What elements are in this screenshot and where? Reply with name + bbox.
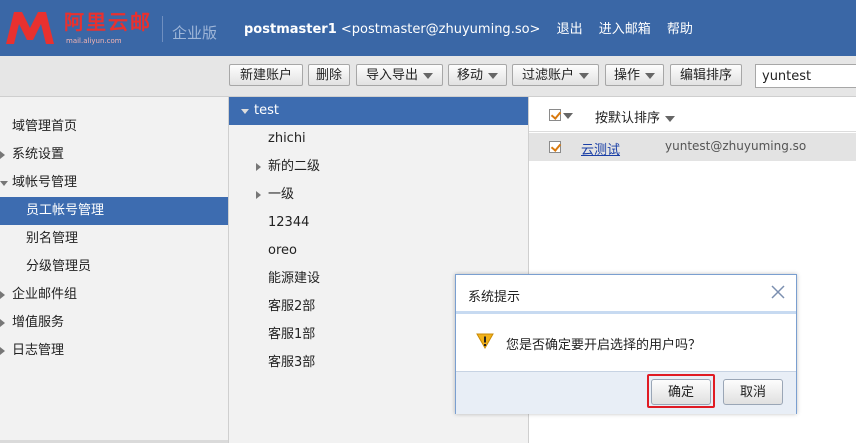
logout-link[interactable]: 退出 xyxy=(557,22,583,37)
user-info: postmaster1 <postmaster@zhuyuming.so> 退出… xyxy=(244,18,693,37)
collapse-arrow-icon xyxy=(241,109,249,114)
sidebar-item-alias[interactable]: 别名管理 xyxy=(0,225,228,253)
filter-accounts-label: 过滤账户 xyxy=(521,68,574,83)
dialog-message: 您是否确定要开启选择的用户吗？ xyxy=(506,338,702,353)
confirm-dialog: 系统提示 您是否确定要开启选择的用户吗？ 确定 取消 xyxy=(455,274,797,414)
sidebar-item-domain-home[interactable]: 域管理首页 xyxy=(0,113,228,141)
edit-sort-button[interactable]: 编辑排序 xyxy=(670,64,742,86)
expand-arrow-icon xyxy=(0,291,5,299)
collapse-arrow-icon xyxy=(0,181,8,186)
chevron-down-icon xyxy=(423,72,433,79)
sidebar-item-label: 企业邮件组 xyxy=(12,287,78,302)
chevron-down-icon xyxy=(579,72,589,79)
account-email: yuntest@zhuyuming.so xyxy=(665,139,807,153)
sort-dropdown[interactable]: 按默认排序 xyxy=(595,107,676,126)
dialog-body: 您是否确定要开启选择的用户吗？ xyxy=(456,315,796,371)
edition-label: 企业版 xyxy=(172,24,218,42)
tree-item-label: test xyxy=(254,103,279,118)
sidebar-item-label: 日志管理 xyxy=(12,343,65,358)
logo-subtext: mail.aliyun.com xyxy=(66,37,122,45)
sidebar-item-system-settings[interactable]: 系统设置 xyxy=(0,141,228,169)
dialog-titlebar: 系统提示 xyxy=(456,275,796,314)
tree-item-label: 一级 xyxy=(268,187,295,202)
new-account-label: 新建账户 xyxy=(239,68,292,83)
list-header: 按默认排序 xyxy=(529,97,856,132)
sidebar-item-label: 分级管理员 xyxy=(26,259,92,274)
sidebar-item-employee-accounts[interactable]: 员工帐号管理 xyxy=(0,197,228,225)
sidebar-item-label: 别名管理 xyxy=(26,231,79,246)
cancel-button[interactable]: 取消 xyxy=(723,379,783,405)
move-button[interactable]: 移动 xyxy=(448,64,507,86)
tree-item[interactable]: 12344 xyxy=(229,209,528,237)
help-link[interactable]: 帮助 xyxy=(667,22,693,37)
search-input[interactable] xyxy=(755,64,856,88)
sidebar-item-domain-accounts[interactable]: 域帐号管理 xyxy=(0,169,228,197)
account-name-link[interactable]: 云测试 xyxy=(581,139,620,158)
tree-item-root[interactable]: test xyxy=(229,97,528,125)
user-email: <postmaster@zhuyuming.so> xyxy=(340,22,541,37)
sidebar-item-label: 增值服务 xyxy=(12,315,65,330)
operations-button[interactable]: 操作 xyxy=(605,64,664,86)
tree-item[interactable]: oreo xyxy=(229,237,528,265)
row-checkbox[interactable] xyxy=(549,141,561,153)
expand-arrow-icon xyxy=(0,151,5,159)
sort-label: 按默认排序 xyxy=(595,111,661,126)
delete-button[interactable]: 删除 xyxy=(308,64,350,86)
expand-arrow-icon xyxy=(0,347,5,355)
toolbar: 新建账户 删除 导入导出 移动 过滤账户 操作 编辑排序 xyxy=(0,56,856,97)
sidebar-item-mail-groups[interactable]: 企业邮件组 xyxy=(0,281,228,309)
table-row[interactable]: 云测试 yuntest@zhuyuming.so xyxy=(529,133,856,161)
sidebar-item-logs[interactable]: 日志管理 xyxy=(0,337,228,365)
delete-label: 删除 xyxy=(315,68,342,83)
aliyun-logo-icon xyxy=(6,12,54,44)
new-account-button[interactable]: 新建账户 xyxy=(229,64,303,86)
close-icon[interactable] xyxy=(770,284,786,300)
app-header: 阿里云邮 mail.aliyun.com 企业版 postmaster1 <po… xyxy=(0,0,856,56)
tree-item-label: oreo xyxy=(268,243,297,258)
tree-item-label: 能源建设 xyxy=(268,271,321,286)
expand-arrow-icon xyxy=(0,319,5,327)
import-export-label: 导入导出 xyxy=(365,68,418,83)
sidebar-item-label: 系统设置 xyxy=(12,147,65,162)
sidebar: 域管理首页 系统设置 域帐号管理 员工帐号管理 别名管理 分级管理员 企业邮件组… xyxy=(0,97,229,443)
tree-item-label: 客服1部 xyxy=(268,327,316,342)
cancel-label: 取消 xyxy=(739,385,766,400)
filter-accounts-button[interactable]: 过滤账户 xyxy=(512,64,599,86)
chevron-down-icon xyxy=(645,72,655,79)
tree-item[interactable]: zhichi xyxy=(229,125,528,153)
operations-label: 操作 xyxy=(613,68,640,83)
expand-arrow-icon xyxy=(256,163,261,171)
expand-arrow-icon xyxy=(256,191,261,199)
select-all-checkbox[interactable] xyxy=(549,109,561,121)
sidebar-item-label: 域管理首页 xyxy=(12,119,78,134)
chevron-down-icon[interactable] xyxy=(563,113,573,119)
sidebar-item-label: 域帐号管理 xyxy=(12,175,78,190)
enter-mailbox-link[interactable]: 进入邮箱 xyxy=(599,22,651,37)
dialog-title: 系统提示 xyxy=(468,290,521,305)
tree-item[interactable]: 一级 xyxy=(229,181,528,209)
confirm-label: 确定 xyxy=(667,385,694,400)
tree-item-label: zhichi xyxy=(268,131,306,146)
confirm-button[interactable]: 确定 xyxy=(651,379,711,405)
dialog-footer: 确定 取消 xyxy=(456,371,796,414)
tree-item-label: 12344 xyxy=(268,215,310,230)
header-divider xyxy=(162,16,163,42)
tree-item[interactable]: 新的二级 xyxy=(229,153,528,181)
import-export-button[interactable]: 导入导出 xyxy=(356,64,443,86)
sidebar-item-value-added[interactable]: 增值服务 xyxy=(0,309,228,337)
sidebar-item-sub-admins[interactable]: 分级管理员 xyxy=(0,253,228,281)
chevron-down-icon xyxy=(665,115,676,122)
chevron-down-icon xyxy=(488,72,498,79)
tree-item-label: 客服2部 xyxy=(268,299,316,314)
tree-item-label: 客服3部 xyxy=(268,355,316,370)
logo-text: 阿里云邮 xyxy=(64,10,152,34)
edit-sort-label: 编辑排序 xyxy=(679,68,732,83)
sidebar-item-label: 员工帐号管理 xyxy=(26,203,105,218)
warning-icon xyxy=(476,333,494,349)
move-label: 移动 xyxy=(456,68,483,83)
username: postmaster1 xyxy=(244,22,337,37)
tree-item-label: 新的二级 xyxy=(268,159,321,174)
